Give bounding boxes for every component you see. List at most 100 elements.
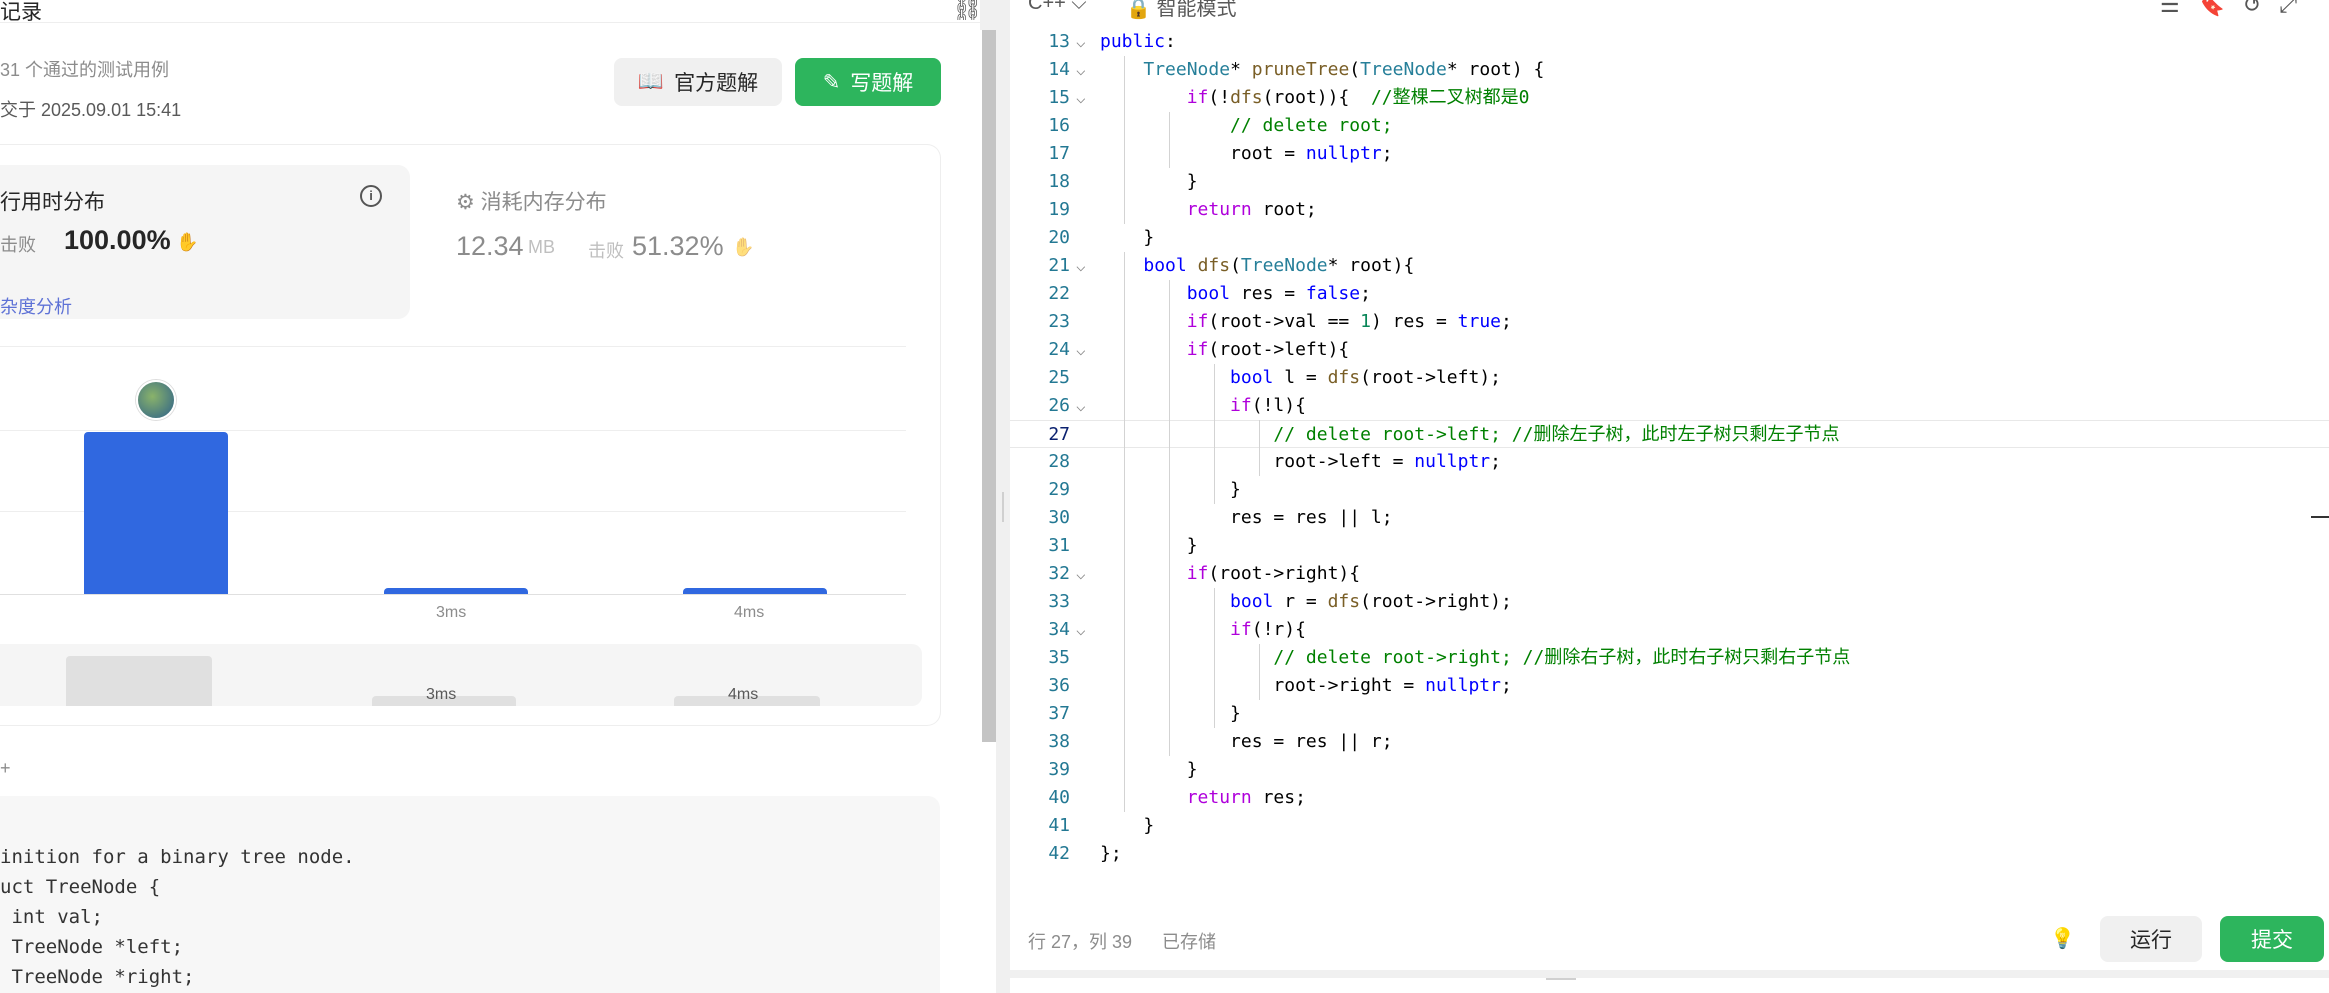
code-line[interactable]: 34 ⌵ if(!r){ [1010,616,2329,644]
passed-cases: 31 个通过的测试用例 [0,60,170,80]
chevron-down-icon: ⌵ [1071,0,1087,14]
line-number: 16 [1048,115,1070,136]
code-line[interactable]: 14 ⌵ TreeNode* pruneTree(TreeNode* root) … [1010,56,2329,84]
toolbar-icons: ☰🔖↺⤢ [2160,0,2315,18]
line-number: 21 [1048,255,1070,276]
clap-icon: ✋ [732,237,755,257]
left-scrollbar-thumb[interactable] [982,30,996,742]
range-selector[interactable]: 3ms 4ms [0,644,922,706]
fold-chevron-icon[interactable]: ⌵ [1076,84,1086,112]
code-line[interactable]: 22 bool res = false; [1010,280,2329,308]
line-number: 13 [1048,31,1070,52]
line-number: 39 [1048,759,1070,780]
code-line[interactable]: 35 // delete root->right; //删除右子树，此时右子树只… [1010,644,2329,672]
code-line[interactable]: 26 ⌵ if(!l){ [1010,392,2329,420]
code-line[interactable]: 21 ⌵ bool dfs(TreeNode* root){ [1010,252,2329,280]
code-line[interactable]: 39 } [1010,756,2329,784]
indent-guide [1169,280,1170,756]
code-line[interactable]: 16 // delete root; [1010,112,2329,140]
smart-mode-toggle[interactable]: 🔒 智能模式 [1126,0,1236,21]
code-text: root = nullptr; [1100,143,1393,164]
panel-resize-handle[interactable] [996,0,1010,993]
code-line[interactable]: 32 ⌵ if(root->right){ [1010,560,2329,588]
line-number: 27 [1048,424,1070,445]
mini-bar [66,656,212,706]
code-text: bool r = dfs(root->right); [1230,591,1512,612]
code-line[interactable]: 20 } [1010,224,2329,252]
code-text: // delete root->left; //删除左子树，此时左子树只剩左子节… [1273,424,1840,445]
panel-title: 记录 [0,1,42,24]
memory-unit: MB [528,237,555,257]
debug-icon[interactable]: 💡 [2050,926,2075,951]
runtime-bar[interactable] [683,588,827,594]
runtime-bar[interactable] [84,432,228,594]
bookmark-icon[interactable]: 🔖 [2198,0,2243,17]
code-line[interactable]: 28 root->left = nullptr; [1010,448,2329,476]
code-line[interactable]: 38 res = res || r; [1010,728,2329,756]
expand-icon[interactable]: ⤢ [2279,0,2315,17]
line-number: 41 [1048,815,1070,836]
language-select[interactable]: C++ ⌵ [1028,0,1087,15]
code-text: if(root->val == 1) res = true; [1186,311,1512,332]
code-line[interactable]: 15 ⌵ if(!dfs(root)){ //整棵二叉树都是0 [1010,84,2329,112]
code-line: inition for a binary tree node. [0,846,355,868]
line-number: 29 [1048,479,1070,500]
fold-chevron-icon[interactable]: ⌵ [1076,560,1086,588]
code-line[interactable]: 18 } [1010,168,2329,196]
fold-chevron-icon[interactable]: ⌵ [1076,336,1086,364]
user-avatar[interactable] [136,380,176,420]
lock-icon: 🔒 [1126,0,1151,20]
format-icon[interactable]: ☰ [2160,0,2198,17]
runtime-bar[interactable] [384,588,528,594]
line-number: 22 [1048,283,1070,304]
line-number: 17 [1048,143,1070,164]
code-line[interactable]: 19 return root; [1010,196,2329,224]
code-line[interactable]: 36 root->right = nullptr; [1010,672,2329,700]
code-line[interactable]: 31 } [1010,532,2329,560]
fold-chevron-icon[interactable]: ⌵ [1076,252,1086,280]
code-line[interactable]: 30 res = res || l; [1010,504,2329,532]
code-line[interactable]: 42}; [1010,840,2329,868]
bottom-panel-handle[interactable] [1010,978,2329,993]
code-text: root->left = nullptr; [1100,451,1501,472]
fold-chevron-icon[interactable]: ⌵ [1076,56,1086,84]
line-number: 20 [1048,227,1070,248]
code-line[interactable]: 41 } [1010,812,2329,840]
code-line[interactable]: 24 ⌵ if(root->left){ [1010,336,2329,364]
code-text: if(root->left){ [1186,339,1350,360]
code-text: public: [1100,31,1176,52]
submitted-code-preview: inition for a binary tree node. uct Tree… [0,796,940,993]
code-line[interactable]: 33 bool r = dfs(root->right); [1010,588,2329,616]
info-icon[interactable]: i [360,185,382,207]
code-line[interactable]: 29 } [1010,476,2329,504]
code-line: uct TreeNode { [0,876,161,898]
expand-toggle[interactable]: + [0,758,11,779]
runtime-card[interactable]: 行用时分布 i 击败 100.00% ✋ 杂度分析 [0,165,410,319]
memory-value: 12.34 [456,231,524,261]
code-line[interactable]: 13 ⌵ public: [1010,28,2329,56]
fold-chevron-icon[interactable]: ⌵ [1076,392,1086,420]
indent-guide [1124,252,1125,812]
code-line[interactable]: 23 if(root->val == 1) res = true; [1010,308,2329,336]
code-line[interactable]: 25 bool l = dfs(root->left); [1010,364,2329,392]
code-text: root->right = nullptr; [1100,675,1512,696]
code-line[interactable]: 27 // delete root->left; //删除左子树，此时左子树只剩… [1010,420,2329,448]
write-solution-button[interactable]: ✎ 写题解 [795,58,941,106]
gridline [0,430,906,431]
code-line[interactable]: 37 } [1010,700,2329,728]
code-text: if(!r){ [1230,619,1306,640]
code-editor[interactable]: 13 ⌵ public: 14 ⌵ TreeNode* pruneTree(TreeNo… [1010,28,2329,886]
run-button[interactable]: 运行 [2100,916,2202,962]
line-number: 35 [1048,647,1070,668]
submit-button[interactable]: 提交 [2220,916,2324,962]
code-line[interactable]: 17 root = nullptr; [1010,140,2329,168]
fold-chevron-icon[interactable]: ⌵ [1076,616,1086,644]
memory-beat-percent: 51.32% [632,231,724,261]
complexity-analysis-link[interactable]: 杂度分析 [0,293,72,319]
official-solution-button[interactable]: 📖 官方题解 [614,58,782,106]
fold-chevron-icon[interactable]: ⌵ [1076,28,1086,56]
mini-tick-label: 4ms [728,686,759,703]
link-icon[interactable]: ⛓ [952,0,980,23]
code-line[interactable]: 40 return res; [1010,784,2329,812]
reset-icon[interactable]: ↺ [2243,0,2279,17]
